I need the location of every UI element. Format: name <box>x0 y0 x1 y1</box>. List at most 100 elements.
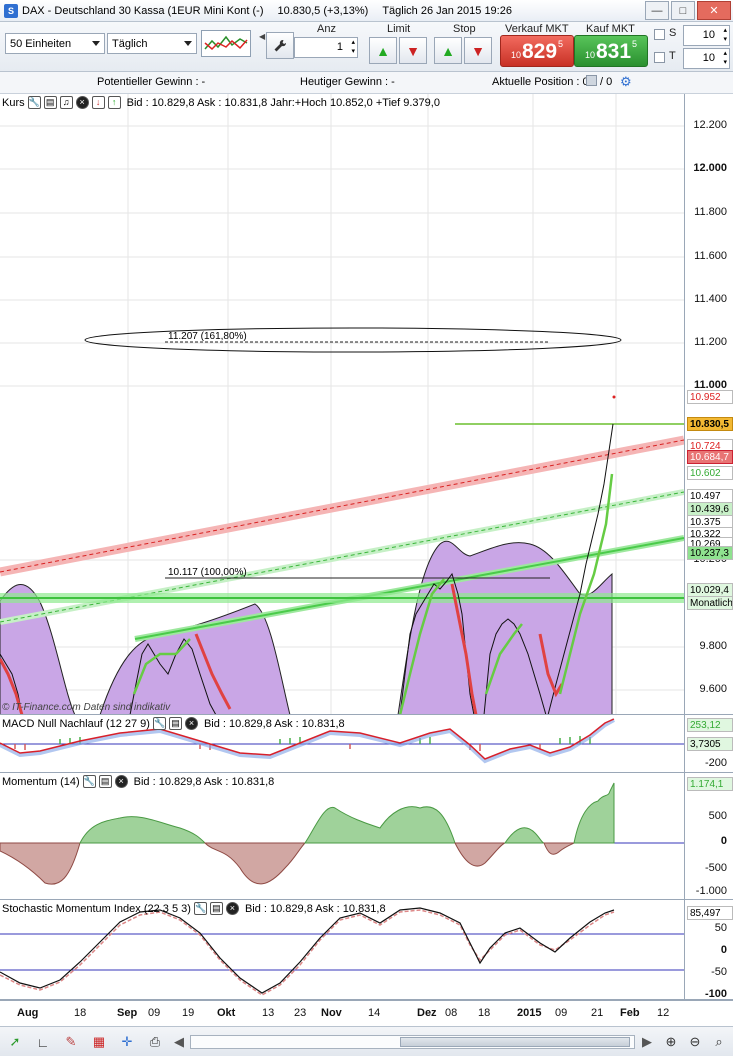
data-watermark: © IT-Finance.com Daten sind indikativ <box>2 702 171 713</box>
price-box: 10.602 <box>687 466 733 480</box>
collapse-arrow-icon[interactable]: ◀ <box>259 32 265 58</box>
x-label: 09 <box>555 1007 568 1019</box>
close-circle-icon[interactable]: × <box>75 96 89 109</box>
anz-input[interactable]: 1 <box>294 37 358 58</box>
s-checkbox[interactable] <box>654 29 665 40</box>
indicator-chart-icon[interactable] <box>201 30 251 57</box>
price-box: 10.237,3 <box>687 546 733 560</box>
arrow-down-icon: ▼ <box>406 42 420 59</box>
zoom-out-icon[interactable]: ⊖ <box>686 1033 704 1051</box>
fib-161-label: 11.207 (161,80%) <box>168 331 247 342</box>
position-close-icon[interactable] <box>586 75 597 86</box>
signal-value: 3,7305 <box>687 737 733 751</box>
wrench-icon[interactable]: 🔧 <box>27 96 41 109</box>
tick-label: -500 <box>704 862 727 874</box>
chart-type-icon[interactable]: ▦ <box>90 1033 108 1051</box>
price-panel: Kurs 🔧 ▤ ♫ × ↓ ↑ Bid : 10.829,8 Ask : 10… <box>0 94 733 715</box>
macd-panel-info: Bid : 10.829,8 Ask : 10.831,8 <box>203 717 345 730</box>
limit-buy-button[interactable]: ▲ <box>369 37 397 64</box>
buy-market-button[interactable]: 10 831 5 <box>574 35 648 67</box>
stochastic-axis: 85,497 50 0 -50 -100 <box>684 900 733 999</box>
price-box: 10.684,7 <box>687 450 733 464</box>
price-box: 10.497 <box>687 489 733 503</box>
bell-icon[interactable]: ♫ <box>59 96 73 109</box>
limit-label: Limit <box>387 23 411 35</box>
momentum-value: 1.174,1 <box>687 777 733 791</box>
wrench-button[interactable] <box>266 32 294 59</box>
settings-gear-icon[interactable]: ⚙ <box>620 74 632 90</box>
maximize-button[interactable]: □ <box>671 1 695 20</box>
anz-label: Anz <box>317 23 336 35</box>
stop-buy-button[interactable]: ▲ <box>434 37 462 64</box>
close-button[interactable]: ✕ <box>697 1 731 20</box>
t-input[interactable]: 10 <box>683 48 730 69</box>
tick-label: 11.600 <box>694 250 727 262</box>
stochastic-panel: Stochastic Momentum Index (22 3 5 3) 🔧 ▤… <box>0 900 733 1000</box>
window-icon[interactable]: ▤ <box>168 717 182 730</box>
x-label: 09 <box>148 1007 161 1019</box>
price-box: 10.439,6 <box>687 502 733 516</box>
tick-label: -100 <box>704 988 727 1000</box>
window-icon[interactable]: ▤ <box>98 775 112 788</box>
t-label: T <box>669 50 676 62</box>
window-icon[interactable]: ▤ <box>209 902 223 915</box>
position-total: / 0 <box>600 76 613 88</box>
magnet-icon[interactable]: ∟ <box>34 1033 52 1051</box>
wrench-icon[interactable]: 🔧 <box>82 775 96 788</box>
price-box: 10.952 <box>687 390 733 404</box>
stochastic-chart[interactable] <box>0 900 684 1000</box>
stochastic-panel-header: Stochastic Momentum Index (22 3 5 3) 🔧 ▤… <box>2 902 386 915</box>
move-up-icon[interactable]: ↑ <box>107 96 121 109</box>
stochastic-value: 85,497 <box>687 906 733 920</box>
wrench-icon[interactable]: 🔧 <box>193 902 207 915</box>
zoom-in-icon[interactable]: ⊕ <box>662 1033 680 1051</box>
x-label: Aug <box>17 1007 39 1019</box>
s-input[interactable]: 10 <box>683 25 730 46</box>
momentum-panel-info: Bid : 10.829,8 Ask : 10.831,8 <box>133 775 275 788</box>
momentum-panel-title: Momentum (14) <box>2 775 80 788</box>
stop-sell-button[interactable]: ▼ <box>464 37 492 64</box>
instrument-title: DAX - Deutschland 30 Kassa (1EUR Mini Ko… <box>22 4 264 17</box>
macd-panel-title: MACD Null Nachlauf (12 27 9) <box>2 717 150 730</box>
print-icon[interactable]: ⎙ <box>146 1033 164 1051</box>
price-box-current: 10.830,5 <box>687 417 733 431</box>
x-label: 19 <box>182 1007 195 1019</box>
window-icon[interactable]: ▤ <box>43 96 57 109</box>
close-circle-icon[interactable]: × <box>225 902 239 915</box>
momentum-chart[interactable] <box>0 773 684 900</box>
sell-label: Verkauf MKT <box>505 23 569 35</box>
macd-panel-header: MACD Null Nachlauf (12 27 9) 🔧 ▤ × Bid :… <box>2 717 345 730</box>
fib-100-label: 10.117 (100,00%) <box>168 567 247 578</box>
time-scrollbar[interactable] <box>190 1035 635 1049</box>
t-checkbox[interactable] <box>654 52 665 63</box>
buy-label: Kauf MKT <box>586 23 635 35</box>
s-label: S <box>669 27 677 39</box>
chevron-down-icon <box>92 41 100 46</box>
x-label: 13 <box>262 1007 275 1019</box>
delete-drawing-icon[interactable]: ✎ <box>62 1033 80 1051</box>
sell-market-button[interactable]: 10 829 5 <box>500 35 574 67</box>
crosshair-icon[interactable]: ✛ <box>118 1033 136 1051</box>
close-circle-icon[interactable]: × <box>114 775 128 788</box>
scroll-right-icon[interactable]: ▶ <box>638 1033 656 1051</box>
tick-label: 11.800 <box>694 206 727 218</box>
zoom-reset-icon[interactable]: ⌕ <box>710 1033 728 1051</box>
period-select[interactable]: Täglich <box>107 33 197 54</box>
price-axis: 12.200 12.000 11.800 11.600 11.400 11.20… <box>684 94 733 714</box>
wrench-icon[interactable]: 🔧 <box>152 717 166 730</box>
stochastic-panel-info: Bid : 10.829,8 Ask : 10.831,8 <box>244 902 386 915</box>
close-circle-icon[interactable]: × <box>184 717 198 730</box>
scroll-left-icon[interactable]: ◀ <box>170 1033 188 1051</box>
price-chart[interactable] <box>0 94 684 715</box>
move-down-icon[interactable]: ↓ <box>91 96 105 109</box>
drawing-tool-icon[interactable]: ➚ <box>6 1033 24 1051</box>
scrollbar-thumb[interactable] <box>400 1037 630 1047</box>
time-axis: Aug 18 Sep 09 19 Okt 13 23 Nov 14 Dez 08… <box>0 1000 733 1026</box>
limit-sell-button[interactable]: ▼ <box>399 37 427 64</box>
units-select[interactable]: 50 Einheiten <box>5 33 105 54</box>
price-box: 10.029,4 <box>687 583 733 597</box>
price-panel-title: Kurs <box>2 96 25 109</box>
x-label: 2015 <box>517 1007 542 1019</box>
minimize-button[interactable]: — <box>645 1 669 20</box>
tick-label: 500 <box>708 810 727 822</box>
